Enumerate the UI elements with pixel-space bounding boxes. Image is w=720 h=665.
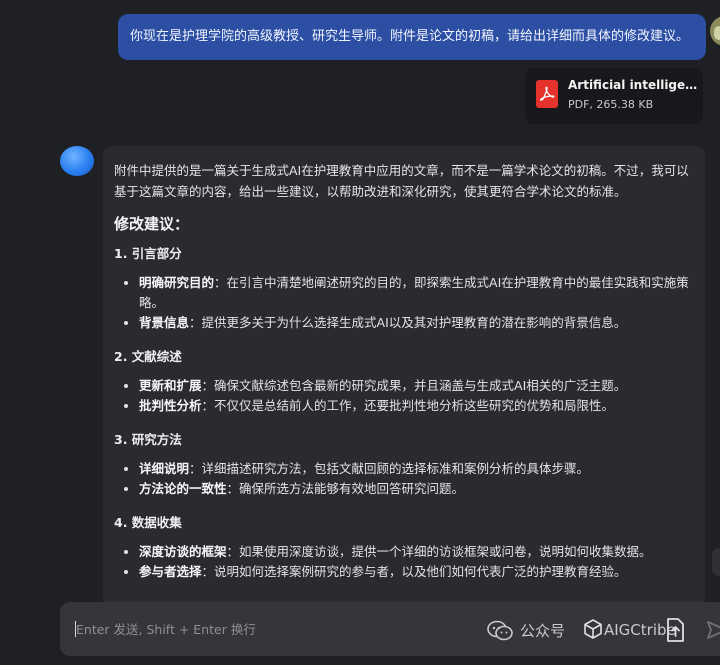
assistant-avatar — [60, 146, 94, 176]
list-item: 参与者选择：说明如何选择案例研究的参与者，以及他们如何代表广泛的护理教育经验。 — [114, 562, 699, 582]
assistant-intro-text: 附件中提供的是一篇关于生成式AI在护理教育中应用的文章，而不是一篇学术论文的初稿… — [114, 163, 689, 199]
section-literature-review: 2. 文献综述 更新和扩展：确保文献综述包含最新的研究成果，并且涵盖与生成式AI… — [114, 347, 699, 416]
section-title: 4. 数据收集 — [114, 515, 182, 530]
attachment-file-name: Artificial intelligence ... — [568, 78, 698, 92]
attachment-file-meta: PDF, 265.38 KB — [568, 98, 654, 111]
watermark-prefix: 公众号 — [520, 622, 566, 640]
section-data-collection: 4. 数据收集 深度访谈的框架：如果使用深度访谈，提供一个详细的访谈框架或问卷，… — [114, 513, 699, 582]
user-message-bubble: 你现在是护理学院的高级教授、研究生导师。附件是论文的初稿，请给出详细而具体的修改… — [118, 14, 706, 60]
user-avatar[interactable] — [710, 16, 720, 46]
list-item: 更新和扩展：确保文献综述包含最新的研究成果，并且涵盖与生成式AI相关的广泛主题。 — [114, 376, 699, 396]
section-title: 3. 研究方法 — [114, 432, 182, 447]
assistant-message-bubble: 附件中提供的是一篇关于生成式AI在护理教育中应用的文章，而不是一篇学术论文的初稿… — [103, 146, 705, 616]
list-item: 批判性分析：不仅仅是总结前人的工作，还要批判性地分析这些研究的优势和局限性。 — [114, 396, 699, 416]
list-item: 方法论的一致性：确保所选方法能够有效地回答研究问题。 — [114, 479, 699, 499]
wechat-icon — [486, 620, 514, 646]
scroll-to-bottom-button[interactable] — [712, 548, 720, 576]
list-item: 详细说明：详细描述研究方法，包括文献回顾的选择标准和案例分析的具体步骤。 — [114, 459, 699, 479]
cube-icon — [582, 618, 604, 644]
user-message-text: 你现在是护理学院的高级教授、研究生导师。附件是论文的初稿，请给出详细而具体的修改… — [130, 29, 690, 44]
section-research-methods: 3. 研究方法 详细说明：详细描述研究方法，包括文献回顾的选择标准和案例分析的具… — [114, 430, 699, 499]
pdf-file-icon — [536, 80, 558, 108]
attachment-card[interactable]: Artificial intelligence ... PDF, 265.38 … — [525, 68, 703, 124]
section-introduction: 1. 引言部分 明确研究目的：在引言中清楚地阐述研究的目的，即探索生成式AI在护… — [114, 244, 699, 333]
suggestions-heading: 修改建议： — [114, 215, 190, 233]
send-icon[interactable] — [706, 620, 720, 644]
section-title: 2. 文献综述 — [114, 349, 182, 364]
chat-input-bar: 公众号 AIGCtribe — [60, 602, 720, 656]
list-item: 背景信息：提供更多关于为什么选择生成式AI以及其对护理教育的潜在影响的背景信息。 — [114, 313, 699, 333]
section-title: 1. 引言部分 — [114, 246, 182, 261]
list-item: 深度访谈的框架：如果使用深度访谈，提供一个详细的访谈框架或问卷，说明如何收集数据… — [114, 542, 699, 562]
attach-file-icon[interactable] — [664, 617, 686, 647]
list-item: 明确研究目的：在引言中清楚地阐述研究的目的，即探索生成式AI在护理教育中的最佳实… — [114, 273, 699, 313]
chat-input[interactable] — [76, 617, 476, 641]
